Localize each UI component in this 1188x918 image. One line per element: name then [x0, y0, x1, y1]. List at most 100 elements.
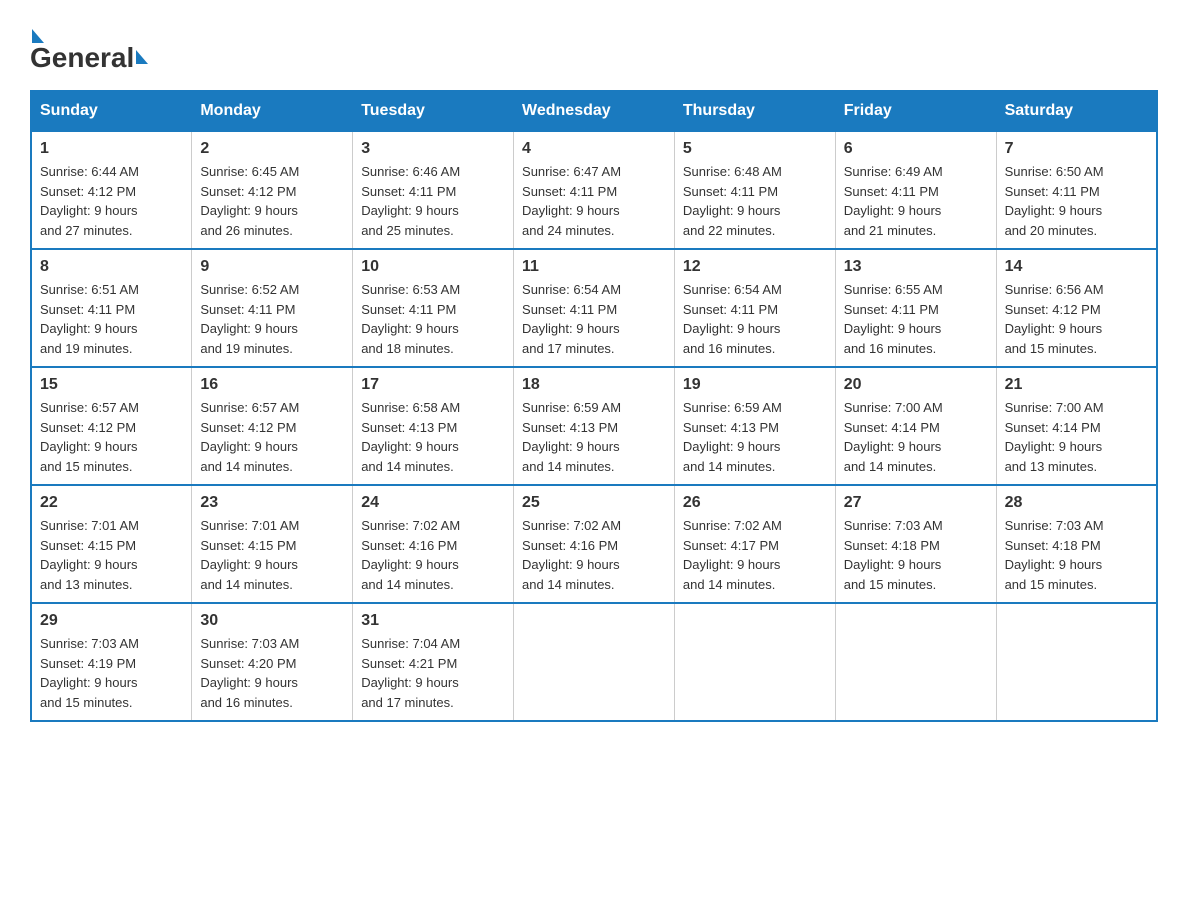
day-number: 12: [683, 258, 827, 276]
calendar-cell: 9 Sunrise: 6:52 AM Sunset: 4:11 PM Dayli…: [192, 249, 353, 367]
calendar-week-row: 1 Sunrise: 6:44 AM Sunset: 4:12 PM Dayli…: [31, 131, 1157, 249]
day-number: 9: [200, 258, 344, 276]
calendar-cell: 22 Sunrise: 7:01 AM Sunset: 4:15 PM Dayl…: [31, 485, 192, 603]
calendar-cell: 12 Sunrise: 6:54 AM Sunset: 4:11 PM Dayl…: [674, 249, 835, 367]
day-number: 11: [522, 258, 666, 276]
calendar-cell: 20 Sunrise: 7:00 AM Sunset: 4:14 PM Dayl…: [835, 367, 996, 485]
day-number: 23: [200, 494, 344, 512]
day-info: Sunrise: 7:00 AM Sunset: 4:14 PM Dayligh…: [844, 400, 943, 474]
calendar-week-row: 15 Sunrise: 6:57 AM Sunset: 4:12 PM Dayl…: [31, 367, 1157, 485]
day-info: Sunrise: 6:52 AM Sunset: 4:11 PM Dayligh…: [200, 282, 299, 356]
day-info: Sunrise: 6:57 AM Sunset: 4:12 PM Dayligh…: [200, 400, 299, 474]
day-info: Sunrise: 6:48 AM Sunset: 4:11 PM Dayligh…: [683, 164, 782, 238]
calendar-cell: 23 Sunrise: 7:01 AM Sunset: 4:15 PM Dayl…: [192, 485, 353, 603]
day-number: 4: [522, 140, 666, 158]
calendar-cell: 16 Sunrise: 6:57 AM Sunset: 4:12 PM Dayl…: [192, 367, 353, 485]
day-info: Sunrise: 7:02 AM Sunset: 4:17 PM Dayligh…: [683, 518, 782, 592]
day-info: Sunrise: 6:45 AM Sunset: 4:12 PM Dayligh…: [200, 164, 299, 238]
calendar-cell: 18 Sunrise: 6:59 AM Sunset: 4:13 PM Dayl…: [514, 367, 675, 485]
calendar-cell: 6 Sunrise: 6:49 AM Sunset: 4:11 PM Dayli…: [835, 131, 996, 249]
calendar-cell: [674, 603, 835, 721]
day-number: 18: [522, 376, 666, 394]
logo: General: [30, 20, 149, 70]
calendar-cell: 5 Sunrise: 6:48 AM Sunset: 4:11 PM Dayli…: [674, 131, 835, 249]
day-info: Sunrise: 7:02 AM Sunset: 4:16 PM Dayligh…: [522, 518, 621, 592]
calendar-week-row: 29 Sunrise: 7:03 AM Sunset: 4:19 PM Dayl…: [31, 603, 1157, 721]
day-info: Sunrise: 6:58 AM Sunset: 4:13 PM Dayligh…: [361, 400, 460, 474]
calendar-cell: 15 Sunrise: 6:57 AM Sunset: 4:12 PM Dayl…: [31, 367, 192, 485]
day-info: Sunrise: 6:55 AM Sunset: 4:11 PM Dayligh…: [844, 282, 943, 356]
day-number: 22: [40, 494, 183, 512]
calendar-cell: 31 Sunrise: 7:04 AM Sunset: 4:21 PM Dayl…: [353, 603, 514, 721]
weekday-header-friday: Friday: [835, 91, 996, 131]
day-number: 24: [361, 494, 505, 512]
calendar-cell: 29 Sunrise: 7:03 AM Sunset: 4:19 PM Dayl…: [31, 603, 192, 721]
calendar-cell: 30 Sunrise: 7:03 AM Sunset: 4:20 PM Dayl…: [192, 603, 353, 721]
calendar-cell: 14 Sunrise: 6:56 AM Sunset: 4:12 PM Dayl…: [996, 249, 1157, 367]
calendar-cell: 3 Sunrise: 6:46 AM Sunset: 4:11 PM Dayli…: [353, 131, 514, 249]
day-info: Sunrise: 7:03 AM Sunset: 4:19 PM Dayligh…: [40, 636, 139, 710]
calendar-cell: 11 Sunrise: 6:54 AM Sunset: 4:11 PM Dayl…: [514, 249, 675, 367]
calendar-cell: 27 Sunrise: 7:03 AM Sunset: 4:18 PM Dayl…: [835, 485, 996, 603]
day-number: 25: [522, 494, 666, 512]
day-info: Sunrise: 7:04 AM Sunset: 4:21 PM Dayligh…: [361, 636, 460, 710]
day-info: Sunrise: 6:53 AM Sunset: 4:11 PM Dayligh…: [361, 282, 460, 356]
calendar-cell: 28 Sunrise: 7:03 AM Sunset: 4:18 PM Dayl…: [996, 485, 1157, 603]
day-number: 16: [200, 376, 344, 394]
day-number: 28: [1005, 494, 1148, 512]
calendar-cell: 10 Sunrise: 6:53 AM Sunset: 4:11 PM Dayl…: [353, 249, 514, 367]
day-number: 21: [1005, 376, 1148, 394]
day-number: 20: [844, 376, 988, 394]
calendar-cell: 7 Sunrise: 6:50 AM Sunset: 4:11 PM Dayli…: [996, 131, 1157, 249]
calendar-cell: 8 Sunrise: 6:51 AM Sunset: 4:11 PM Dayli…: [31, 249, 192, 367]
calendar-cell: 25 Sunrise: 7:02 AM Sunset: 4:16 PM Dayl…: [514, 485, 675, 603]
calendar-cell: 17 Sunrise: 6:58 AM Sunset: 4:13 PM Dayl…: [353, 367, 514, 485]
calendar-cell: 21 Sunrise: 7:00 AM Sunset: 4:14 PM Dayl…: [996, 367, 1157, 485]
day-number: 1: [40, 140, 183, 158]
weekday-header-monday: Monday: [192, 91, 353, 131]
day-number: 17: [361, 376, 505, 394]
calendar-cell: 24 Sunrise: 7:02 AM Sunset: 4:16 PM Dayl…: [353, 485, 514, 603]
day-info: Sunrise: 7:01 AM Sunset: 4:15 PM Dayligh…: [200, 518, 299, 592]
weekday-header-tuesday: Tuesday: [353, 91, 514, 131]
calendar-week-row: 22 Sunrise: 7:01 AM Sunset: 4:15 PM Dayl…: [31, 485, 1157, 603]
day-info: Sunrise: 6:51 AM Sunset: 4:11 PM Dayligh…: [40, 282, 139, 356]
calendar-cell: 2 Sunrise: 6:45 AM Sunset: 4:12 PM Dayli…: [192, 131, 353, 249]
calendar-cell: 26 Sunrise: 7:02 AM Sunset: 4:17 PM Dayl…: [674, 485, 835, 603]
day-info: Sunrise: 6:44 AM Sunset: 4:12 PM Dayligh…: [40, 164, 139, 238]
day-number: 15: [40, 376, 183, 394]
day-info: Sunrise: 6:54 AM Sunset: 4:11 PM Dayligh…: [683, 282, 782, 356]
calendar-cell: 13 Sunrise: 6:55 AM Sunset: 4:11 PM Dayl…: [835, 249, 996, 367]
calendar-cell: [514, 603, 675, 721]
day-info: Sunrise: 6:50 AM Sunset: 4:11 PM Dayligh…: [1005, 164, 1104, 238]
day-number: 26: [683, 494, 827, 512]
weekday-header-thursday: Thursday: [674, 91, 835, 131]
day-number: 30: [200, 612, 344, 630]
calendar-cell: 1 Sunrise: 6:44 AM Sunset: 4:12 PM Dayli…: [31, 131, 192, 249]
day-number: 3: [361, 140, 505, 158]
day-info: Sunrise: 7:01 AM Sunset: 4:15 PM Dayligh…: [40, 518, 139, 592]
day-info: Sunrise: 7:03 AM Sunset: 4:20 PM Dayligh…: [200, 636, 299, 710]
day-number: 13: [844, 258, 988, 276]
day-info: Sunrise: 6:46 AM Sunset: 4:11 PM Dayligh…: [361, 164, 460, 238]
calendar-cell: [835, 603, 996, 721]
day-number: 5: [683, 140, 827, 158]
day-number: 8: [40, 258, 183, 276]
day-info: Sunrise: 7:02 AM Sunset: 4:16 PM Dayligh…: [361, 518, 460, 592]
calendar-body: 1 Sunrise: 6:44 AM Sunset: 4:12 PM Dayli…: [31, 131, 1157, 721]
day-info: Sunrise: 6:57 AM Sunset: 4:12 PM Dayligh…: [40, 400, 139, 474]
weekday-header-sunday: Sunday: [31, 91, 192, 131]
day-number: 7: [1005, 140, 1148, 158]
calendar-table: SundayMondayTuesdayWednesdayThursdayFrid…: [30, 90, 1158, 722]
day-number: 29: [40, 612, 183, 630]
day-info: Sunrise: 6:47 AM Sunset: 4:11 PM Dayligh…: [522, 164, 621, 238]
calendar-cell: [996, 603, 1157, 721]
day-info: Sunrise: 6:56 AM Sunset: 4:12 PM Dayligh…: [1005, 282, 1104, 356]
logo-triangle2-icon: [136, 50, 148, 64]
day-number: 14: [1005, 258, 1148, 276]
calendar-cell: 4 Sunrise: 6:47 AM Sunset: 4:11 PM Dayli…: [514, 131, 675, 249]
day-info: Sunrise: 6:54 AM Sunset: 4:11 PM Dayligh…: [522, 282, 621, 356]
day-number: 2: [200, 140, 344, 158]
page-header: General: [30, 20, 1158, 70]
calendar-cell: 19 Sunrise: 6:59 AM Sunset: 4:13 PM Dayl…: [674, 367, 835, 485]
